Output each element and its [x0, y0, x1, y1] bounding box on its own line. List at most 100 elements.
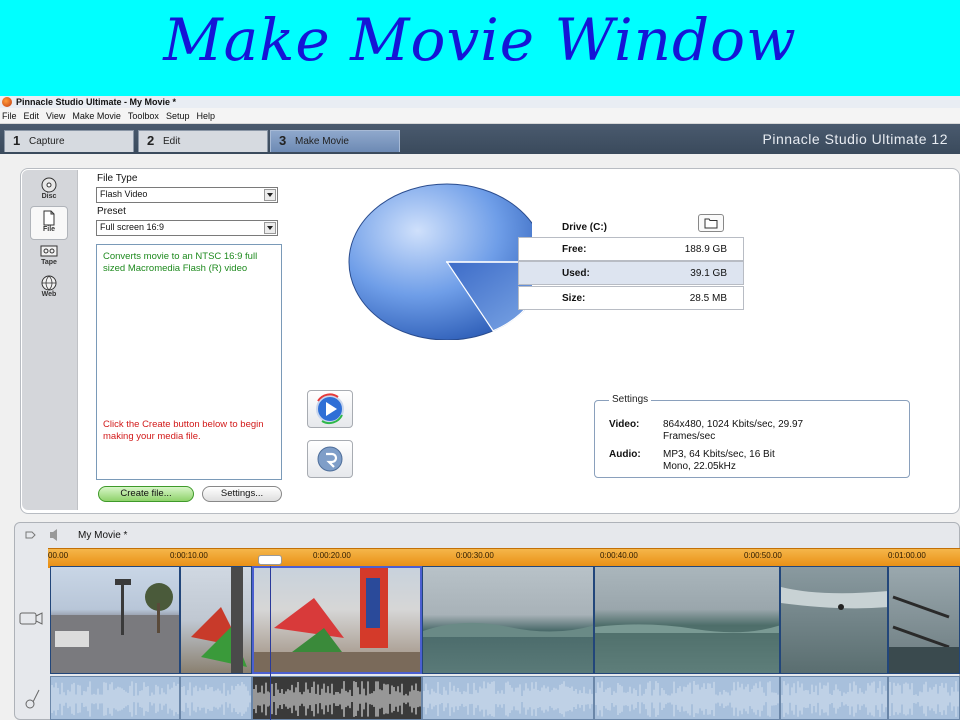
- side-tab-disc[interactable]: Disc: [30, 174, 68, 208]
- settings-legend: Settings: [609, 394, 652, 405]
- chevron-down-icon[interactable]: [264, 222, 276, 234]
- clip-thumbnail: [889, 595, 959, 673]
- file-type-label: File Type: [97, 173, 138, 184]
- side-tab-label: Tape: [41, 259, 57, 266]
- drive-free-row: Free: 188.9 GB: [518, 237, 744, 261]
- tab-capture[interactable]: 1 Capture: [4, 130, 134, 152]
- tape-icon: [40, 245, 58, 257]
- menu-file[interactable]: File: [0, 108, 22, 124]
- clip-thumbnail: [423, 622, 593, 637]
- play-icon: [316, 393, 344, 425]
- preset-description-box: Converts movie to an NTSC 16:9 full size…: [96, 244, 282, 480]
- audio-clip[interactable]: [888, 676, 960, 720]
- menu-view[interactable]: View: [44, 108, 70, 124]
- video-key: Video:: [609, 419, 640, 430]
- create-instruction: Click the Create button below to begin m…: [103, 419, 264, 442]
- slide-title: Make Movie Window: [163, 6, 797, 74]
- tab-label: Edit: [163, 136, 181, 147]
- audio-clip[interactable]: [594, 676, 780, 720]
- side-tab-file[interactable]: File: [30, 206, 68, 240]
- file-type-value: Flash Video: [100, 189, 148, 199]
- timeline-toolbar-icons: [25, 529, 57, 541]
- real-player-button[interactable]: [307, 440, 353, 478]
- video-clip-selected[interactable]: [252, 566, 422, 674]
- menu-setup[interactable]: Setup: [164, 108, 195, 124]
- drive-used-key: Used:: [562, 268, 590, 279]
- clip-thumbnail: [191, 567, 247, 673]
- drive-free-key: Free:: [562, 244, 587, 255]
- clip-thumbnail: [595, 624, 779, 633]
- ruler-tick-label: 0:01:00.00: [888, 551, 926, 560]
- video-clip[interactable]: [422, 566, 594, 674]
- drive-label: Drive (C:): [562, 222, 608, 233]
- title-bar: Pinnacle Studio Ultimate - My Movie *: [0, 96, 960, 108]
- chevron-down-icon[interactable]: [264, 189, 276, 201]
- ruler-tick-label: 0:00:20.00: [313, 551, 351, 560]
- audio-settings-line2: Mono, 22.05kHz: [663, 461, 736, 472]
- tab-edit[interactable]: 2 Edit: [138, 130, 268, 152]
- drive-free-value: 188.9 GB: [684, 244, 727, 255]
- video-clip[interactable]: [180, 566, 252, 674]
- preset-value: Full screen 16:9: [100, 222, 165, 232]
- audio-key: Audio:: [609, 449, 641, 460]
- audio-clip-selected[interactable]: [252, 676, 422, 720]
- menu-help[interactable]: Help: [194, 108, 220, 124]
- audio-clip[interactable]: [50, 676, 180, 720]
- menu-toolbox[interactable]: Toolbox: [126, 108, 164, 124]
- audio-waveform: [595, 681, 779, 717]
- settings-button[interactable]: Settings...: [202, 486, 282, 502]
- video-clip[interactable]: [888, 566, 960, 674]
- browse-folder-button[interactable]: [698, 214, 724, 232]
- play-preview-button[interactable]: [307, 390, 353, 428]
- audio-waveform: [51, 681, 179, 717]
- drive-size-row: Size: 28.5 MB: [518, 286, 744, 310]
- tab-number: 3: [279, 133, 287, 148]
- timeline-movie-name: My Movie *: [78, 530, 128, 541]
- ruler-tick-label: 0:00:50.00: [744, 551, 782, 560]
- audio-clip[interactable]: [780, 676, 888, 720]
- tab-make-movie[interactable]: 3 Make Movie: [270, 130, 400, 152]
- playhead-line: [270, 566, 271, 720]
- slide-banner: Make Movie Window: [0, 0, 960, 96]
- disc-icon: [41, 177, 57, 193]
- video-clip[interactable]: [780, 566, 888, 674]
- menu-make-movie[interactable]: Make Movie: [70, 108, 126, 124]
- menu-bar: File Edit View Make Movie Toolbox Setup Help: [0, 108, 960, 124]
- side-tab-web[interactable]: Web: [30, 272, 68, 306]
- audio-waveform: [181, 681, 251, 717]
- drive-size-key: Size:: [562, 293, 586, 304]
- timeline-ruler[interactable]: 00.00 0:00:10.00 0:00:20.00 0:00:30.00 0…: [48, 548, 960, 568]
- audio-waveform: [423, 681, 593, 717]
- video-track-icon: [19, 612, 43, 625]
- video-clip[interactable]: [594, 566, 780, 674]
- file-icon: [43, 210, 55, 226]
- web-icon: [41, 275, 57, 291]
- side-tab-label: Web: [41, 291, 57, 298]
- preset-description: Converts movie to an NTSC 16:9 full size…: [103, 251, 258, 274]
- preset-select[interactable]: Full screen 16:9: [96, 220, 278, 236]
- side-tab-tape[interactable]: Tape: [30, 240, 68, 274]
- timeline-scrubber[interactable]: [258, 555, 282, 565]
- side-tab-label: File: [42, 226, 56, 233]
- ruler-tick-label: 0:00:30.00: [456, 551, 494, 560]
- tab-number: 2: [147, 133, 155, 148]
- side-tab-label: Disc: [41, 193, 57, 200]
- app-icon: [2, 97, 12, 107]
- video-clip[interactable]: [50, 566, 180, 674]
- audio-settings-line1: MP3, 64 Kbits/sec, 16 Bit: [663, 449, 775, 460]
- clip-thumbnail: [51, 579, 179, 673]
- create-file-button[interactable]: Create file...: [98, 486, 194, 502]
- settings-group: Settings Video: 864x480, 1024 Kbits/sec,…: [594, 394, 910, 478]
- tab-label: Make Movie: [295, 136, 349, 147]
- file-type-select[interactable]: Flash Video: [96, 187, 278, 203]
- window-title: Pinnacle Studio Ultimate - My Movie *: [16, 97, 177, 107]
- audio-waveform: [889, 681, 959, 717]
- ruler-tick-label: 00.00: [48, 551, 69, 560]
- audio-clip[interactable]: [180, 676, 252, 720]
- preset-label: Preset: [97, 206, 126, 217]
- audio-waveform: [781, 681, 887, 717]
- menu-edit[interactable]: Edit: [22, 108, 45, 124]
- tab-number: 1: [13, 133, 21, 148]
- audio-clip[interactable]: [422, 676, 594, 720]
- drive-used-value: 39.1 GB: [690, 268, 727, 279]
